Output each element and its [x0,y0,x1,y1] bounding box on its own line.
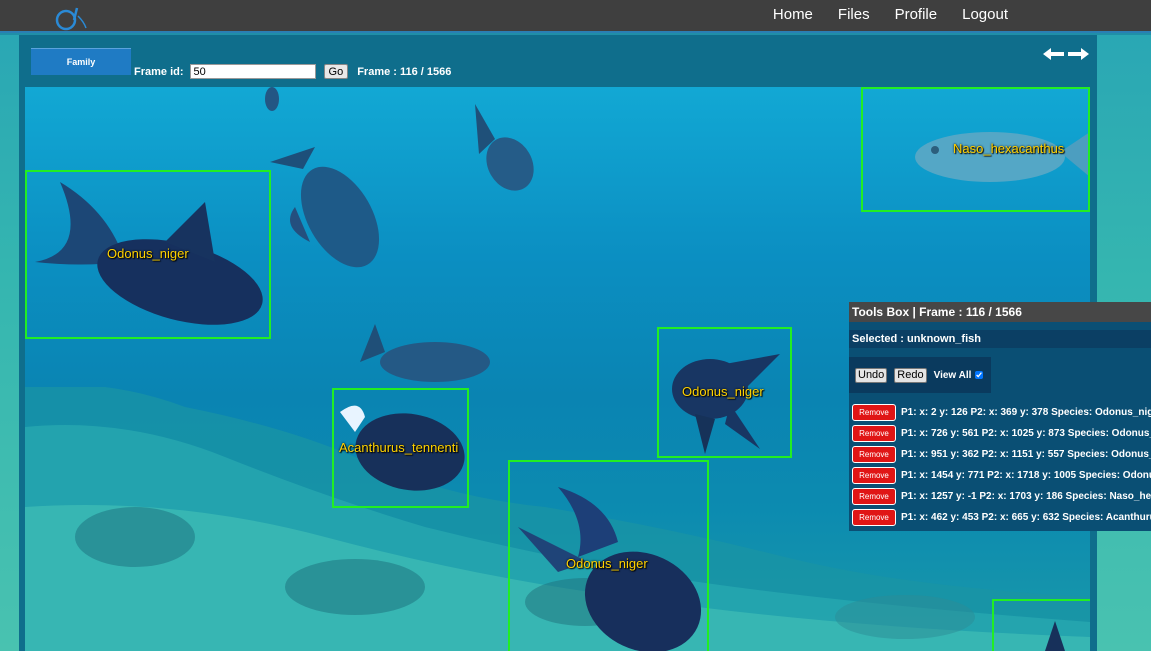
nav-links: Home Files Profile Logout [773,6,1008,23]
annotation-row: Remove P1: x: 1257 y: -1 P2: x: 1703 y: … [849,486,1151,507]
frame-id-label: Frame id: [134,65,184,78]
annotation-row: Remove P1: x: 951 y: 362 P2: x: 1151 y: … [849,444,1151,465]
selected-species: Selected : unknown_fish [849,330,1151,348]
annotation-row: Remove P1: x: 2 y: 126 P2: x: 369 y: 378… [849,402,1151,423]
annotation-text: P1: x: 462 y: 453 P2: x: 665 y: 632 Spec… [901,512,1151,523]
family-button[interactable]: Family [31,48,131,75]
nav-profile-link[interactable]: Profile [895,6,938,23]
view-all-checkbox[interactable] [975,371,984,379]
annotation-row: Remove P1: x: 462 y: 453 P2: x: 665 y: 6… [849,507,1151,528]
remove-button[interactable]: Remove [852,509,896,526]
remove-button[interactable]: Remove [852,488,896,505]
frame-navigation [1043,48,1089,60]
annotation-text: P1: x: 2 y: 126 P2: x: 369 y: 378 Specie… [901,407,1151,418]
background-left [0,35,19,651]
nav-home-link[interactable]: Home [773,6,813,23]
bounding-box[interactable]: Naso_hexacanthus [861,87,1090,212]
bounding-box[interactable]: Odonus_niger [25,170,271,339]
top-navbar: Home Files Profile Logout [0,0,1151,33]
tools-box: Tools Box | Frame : 116 / 1566 Selected … [849,302,1151,531]
frame-counter: Frame : 116 / 1566 [357,65,452,78]
remove-button[interactable]: Remove [852,425,896,442]
bounding-box[interactable]: Odonus_niger [657,327,792,458]
annotation-row: Remove P1: x: 726 y: 561 P2: x: 1025 y: … [849,423,1151,444]
species-label: Naso_hexacanthus [953,141,1065,156]
arrow-right-icon[interactable] [1067,48,1089,60]
bounding-box[interactable] [992,599,1090,651]
bounding-box[interactable]: Acanthurus_tennenti [332,388,469,508]
remove-button[interactable]: Remove [852,404,896,421]
view-all-label: View All [933,369,972,381]
arrow-left-icon[interactable] [1043,48,1065,60]
nav-files-link[interactable]: Files [838,6,870,23]
undo-button[interactable]: Undo [855,367,888,383]
redo-button[interactable]: Redo [894,367,927,383]
tools-actions: Undo Redo View All [849,357,991,393]
species-label: Odonus_niger [566,556,648,571]
fish-silhouette [265,87,279,111]
species-label: Acanthurus_tennenti [339,440,459,455]
remove-button[interactable]: Remove [852,467,896,484]
fish-silhouette [270,147,380,268]
nav-logout-link[interactable]: Logout [962,6,1008,23]
bounding-box[interactable]: Odonus_niger [508,460,709,651]
annotation-text: P1: x: 951 y: 362 P2: x: 1151 y: 557 Spe… [901,449,1151,460]
go-button[interactable]: Go [323,64,349,79]
fish-silhouette [360,324,490,382]
annotation-text: P1: x: 1454 y: 771 P2: x: 1718 y: 1005 S… [901,470,1151,481]
view-all-toggle[interactable]: View All [934,370,984,381]
frame-id-input[interactable] [189,64,316,79]
logo-icon[interactable] [52,2,92,32]
species-label: Odonus_niger [682,384,764,399]
annotation-row: Remove P1: x: 1454 y: 771 P2: x: 1718 y:… [849,465,1151,486]
species-label: Odonus_niger [107,246,189,261]
tools-box-title[interactable]: Tools Box | Frame : 116 / 1566 [849,302,1151,322]
remove-button[interactable]: Remove [852,446,896,463]
fish-silhouette [475,104,534,191]
frame-controls: Frame id: Go Frame : 116 / 1566 [134,64,451,79]
annotation-text: P1: x: 1257 y: -1 P2: x: 1703 y: 186 Spe… [901,491,1151,502]
annotation-list: Remove P1: x: 2 y: 126 P2: x: 369 y: 378… [849,402,1151,528]
annotation-text: P1: x: 726 y: 561 P2: x: 1025 y: 873 Spe… [901,428,1151,439]
